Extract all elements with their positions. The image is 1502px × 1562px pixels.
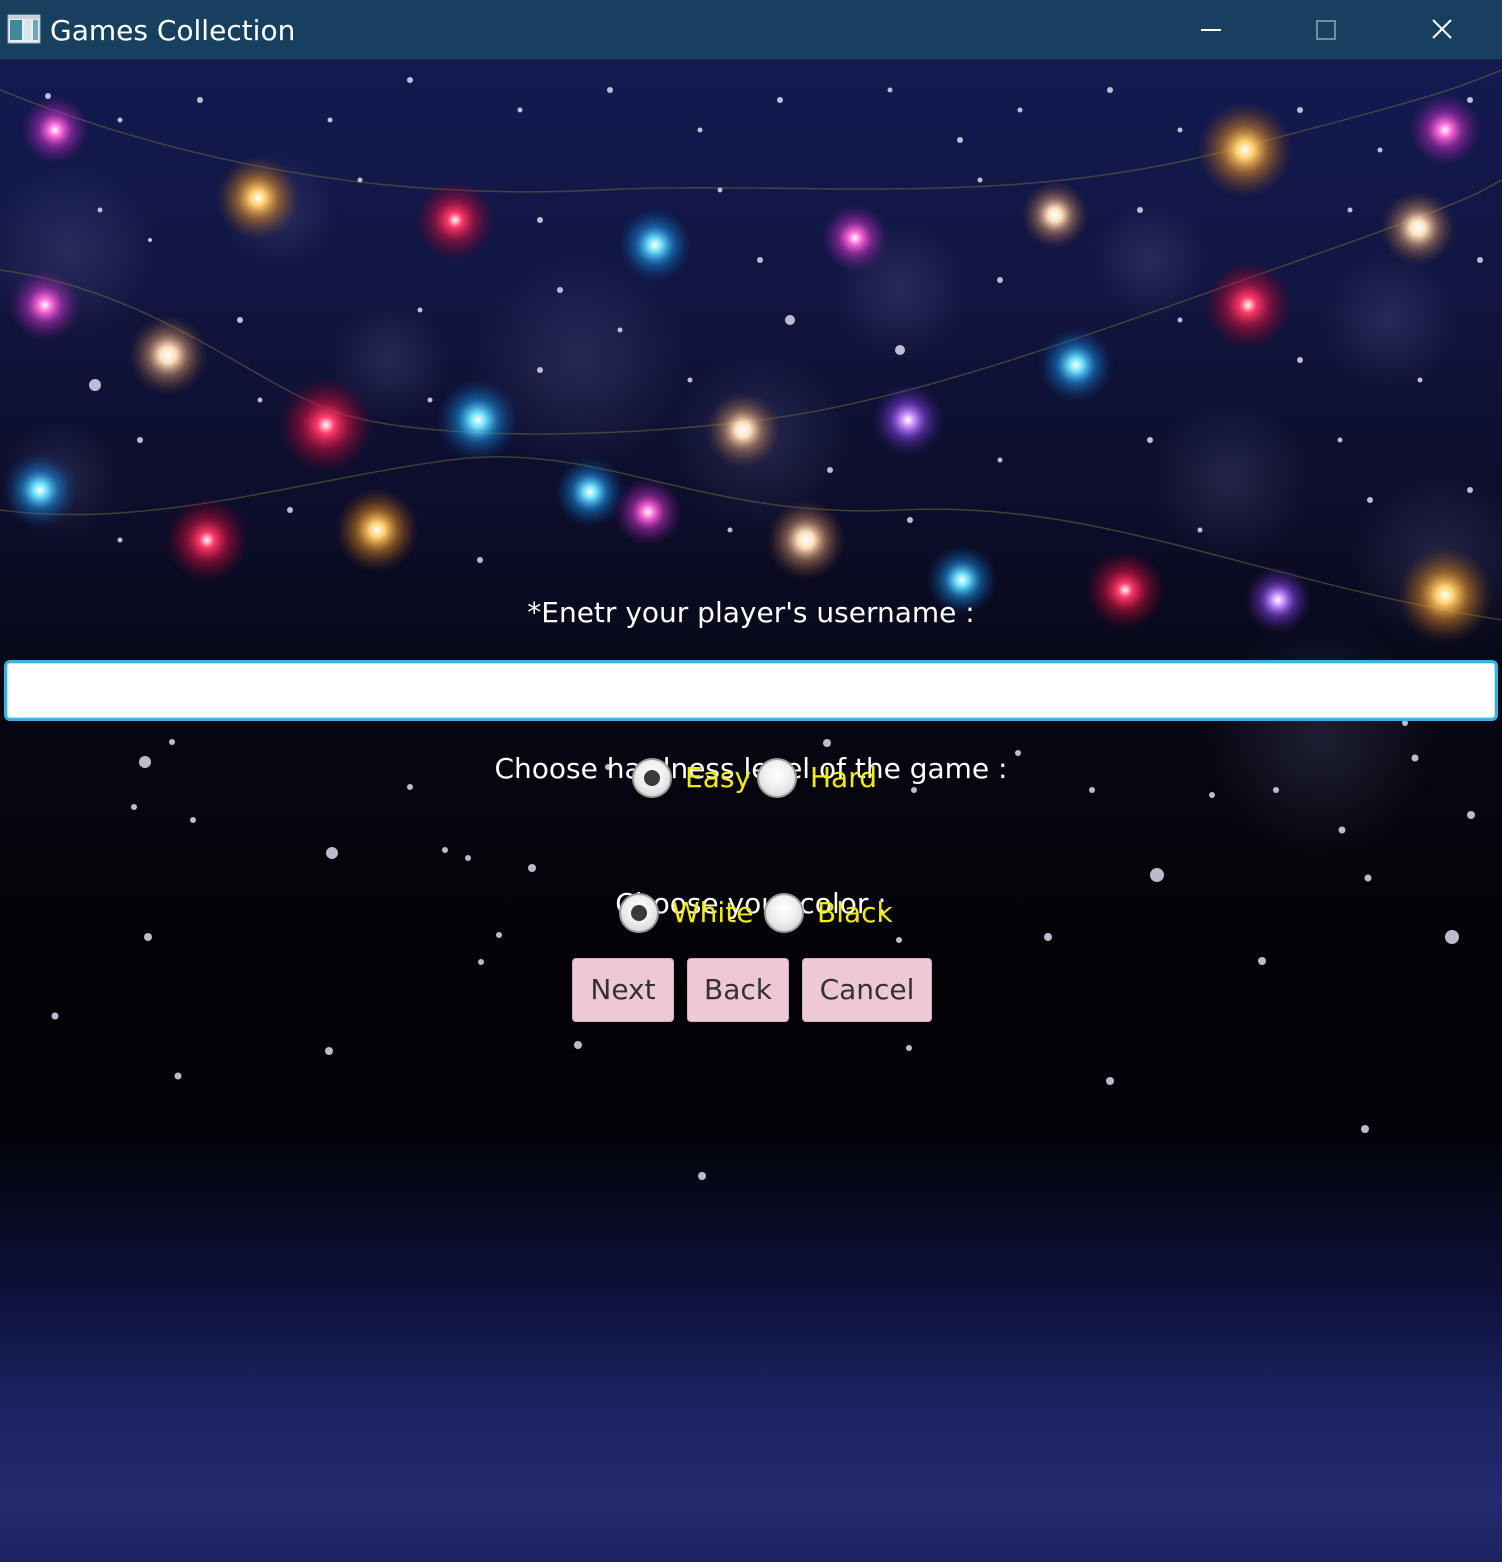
- window-title: Games Collection: [50, 14, 296, 47]
- cancel-button[interactable]: Cancel: [802, 958, 932, 1022]
- background-scene: *Enetr your player's username : Choose h…: [0, 60, 1502, 1562]
- maximize-icon: [1316, 20, 1336, 40]
- radio-white-label[interactable]: White: [672, 896, 753, 930]
- app-window-icon: [7, 14, 41, 44]
- radio-selected-dot: [644, 770, 660, 786]
- radio-hard-label[interactable]: Hard: [810, 761, 877, 795]
- minimize-button[interactable]: [1171, 0, 1251, 60]
- radio-white[interactable]: [619, 893, 659, 933]
- username-input[interactable]: [4, 660, 1498, 721]
- back-button[interactable]: Back: [687, 958, 789, 1022]
- radio-black[interactable]: [764, 893, 804, 933]
- radio-easy[interactable]: [632, 758, 672, 798]
- radio-easy-label[interactable]: Easy: [685, 761, 751, 795]
- radio-hard[interactable]: [757, 758, 797, 798]
- next-button[interactable]: Next: [572, 958, 674, 1022]
- radio-black-label[interactable]: Black: [817, 896, 893, 930]
- christmas-lights-background: [0, 69, 1502, 1180]
- close-button[interactable]: [1402, 0, 1482, 60]
- title-bar[interactable]: Games Collection: [0, 0, 1502, 60]
- minimize-icon: [1201, 29, 1221, 31]
- radio-selected-dot: [631, 905, 647, 921]
- close-icon: [1432, 19, 1452, 39]
- app-window: Games Collection *Enetr your player's us…: [0, 0, 1502, 1562]
- maximize-button[interactable]: [1286, 0, 1366, 60]
- username-label: *Enetr your player's username :: [527, 596, 975, 629]
